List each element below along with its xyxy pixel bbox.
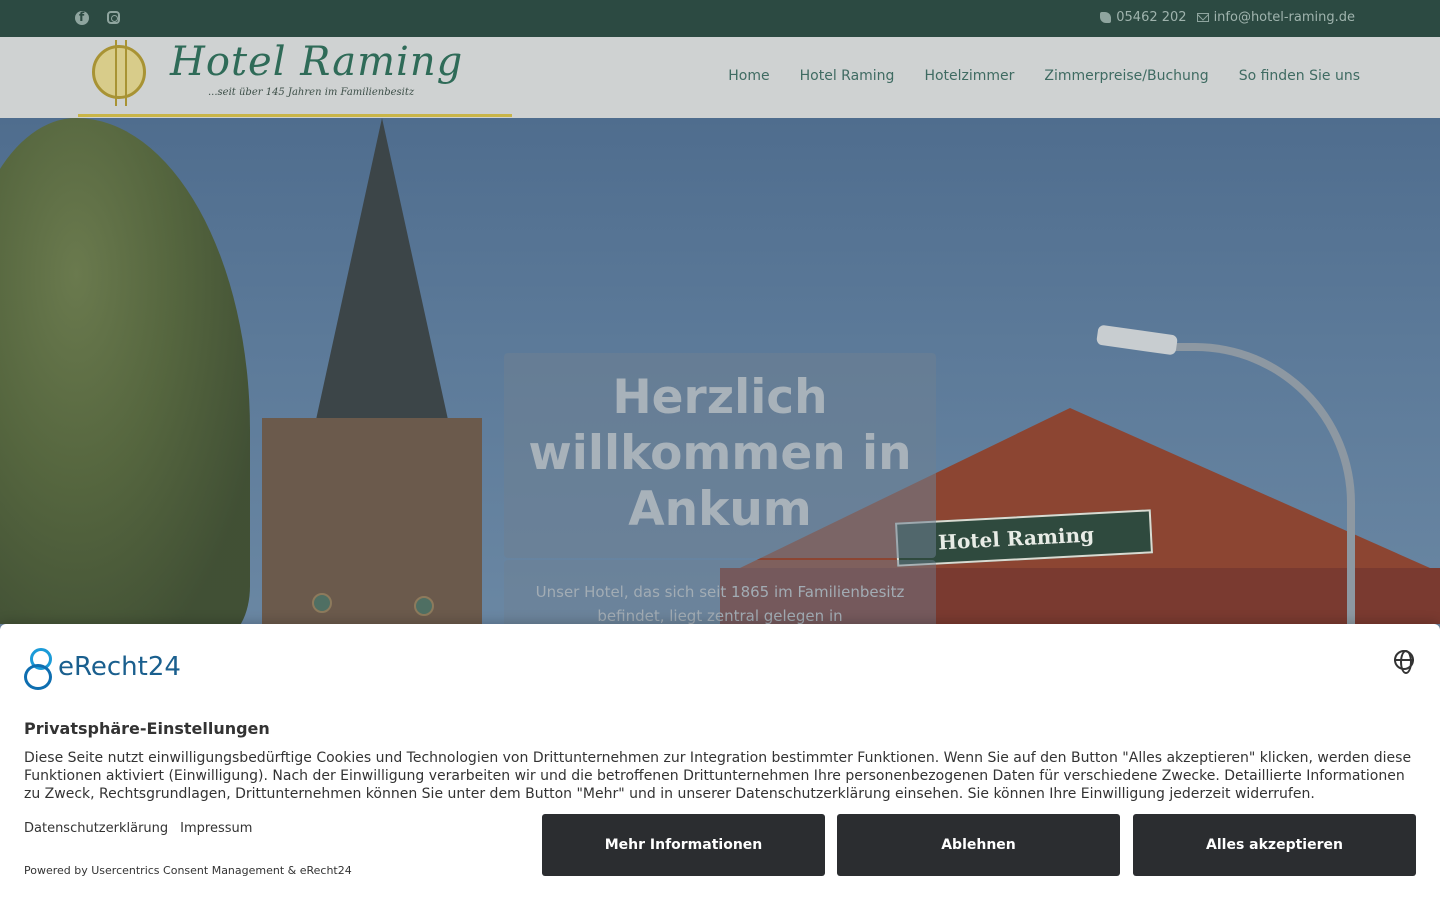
instagram-icon[interactable] — [107, 11, 120, 24]
nav-item-hotelzimmer[interactable]: Hotelzimmer — [924, 68, 1014, 84]
brewery-emblem-icon — [92, 40, 146, 106]
erecht24-mark-icon — [24, 648, 54, 690]
nav-item-zimmerpreise[interactable]: Zimmerpreise/Buchung — [1044, 68, 1208, 84]
privacy-policy-link[interactable]: Datenschutzerklärung — [24, 821, 168, 836]
powered-by-text: Powered by Usercentrics Consent Manageme… — [24, 864, 352, 877]
language-globe-icon[interactable] — [1394, 650, 1414, 674]
main-nav: Home Hotel Raming Hotelzimmer Zimmerprei… — [728, 68, 1360, 84]
erecht24-brand: eRecht24 — [58, 652, 181, 682]
facebook-icon[interactable] — [75, 10, 89, 25]
logo-title: Hotel Raming — [170, 39, 464, 85]
phone-number: 05462 202 — [1116, 10, 1187, 25]
nav-item-home[interactable]: Home — [728, 68, 769, 84]
phone-link[interactable]: 05462 202 — [1100, 10, 1187, 25]
nav-item-so-finden-sie-uns[interactable]: So finden Sie uns — [1239, 68, 1360, 84]
imprint-link[interactable]: Impressum — [180, 821, 252, 836]
clock-icon — [414, 596, 434, 616]
street-lamp-head — [1095, 324, 1179, 356]
more-info-button[interactable]: Mehr Informationen — [542, 814, 825, 876]
consent-links: Datenschutzerklärung Impressum — [24, 821, 252, 836]
intro-text: Unser Hotel, das sich seit 1865 im Famil… — [535, 583, 905, 624]
cookie-consent-banner: eRecht24 Privatsphäre-Einstellungen Dies… — [0, 624, 1440, 900]
consent-text: Diese Seite nutzt einwilligungsbedürftig… — [24, 750, 1412, 802]
nav-item-hotel-raming[interactable]: Hotel Raming — [800, 68, 895, 84]
hotel-logo[interactable]: Hotel Raming ...seit über 145 Jahren im … — [78, 37, 512, 117]
social-links — [75, 10, 120, 25]
deny-button[interactable]: Ablehnen — [837, 814, 1120, 876]
tree-illustration — [0, 118, 250, 624]
church-tower — [262, 418, 482, 624]
church-spire — [312, 118, 452, 438]
phone-icon — [1100, 12, 1112, 23]
hero-image: Hotel Raming Herzlich willkommen in Anku… — [0, 118, 1440, 624]
accept-all-button[interactable]: Alles akzeptieren — [1133, 814, 1416, 876]
email-link[interactable]: info@hotel-raming.de — [1196, 10, 1355, 25]
street-lamp-pole — [1175, 343, 1355, 624]
clock-icon — [312, 593, 332, 613]
consent-title: Privatsphäre-Einstellungen — [24, 719, 270, 738]
logo-tagline: ...seit über 145 Jahren im Familienbesit… — [208, 87, 415, 98]
contact-info: 05462 202 info@hotel-raming.de — [1100, 10, 1355, 25]
site-header: Hotel Raming ...seit über 145 Jahren im … — [0, 37, 1440, 118]
welcome-title: Herzlich willkommen in Ankum — [528, 370, 912, 537]
erecht24-logo: eRecht24 — [24, 648, 181, 690]
email-address: info@hotel-raming.de — [1213, 10, 1355, 25]
mail-icon — [1196, 13, 1209, 22]
top-bar: 05462 202 info@hotel-raming.de — [0, 0, 1440, 37]
